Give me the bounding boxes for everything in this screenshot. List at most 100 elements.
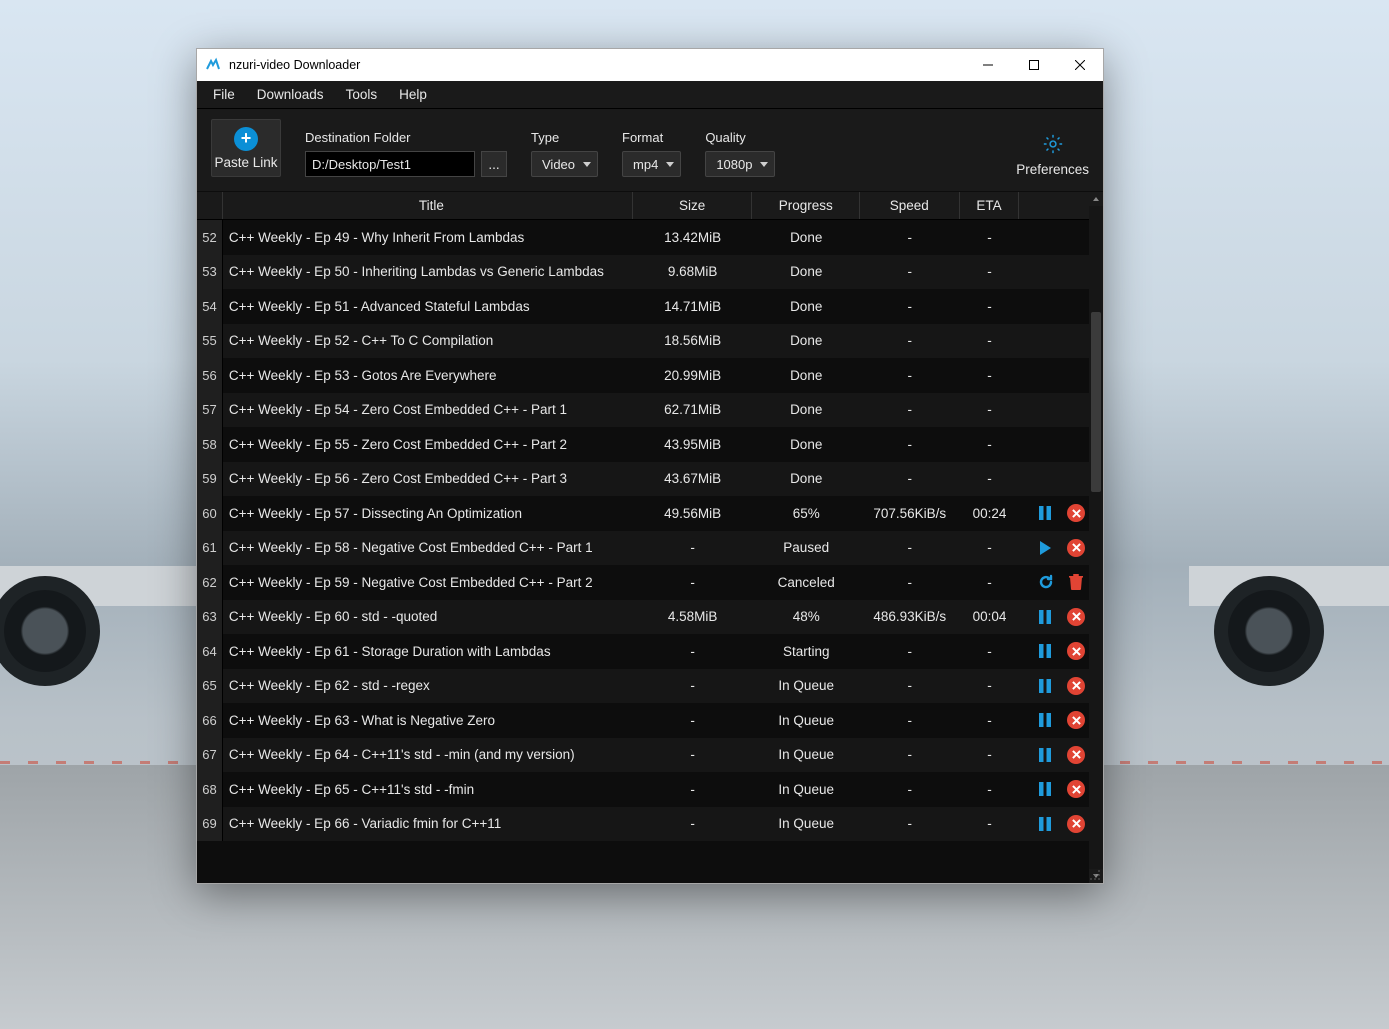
row-progress: 48%: [752, 609, 860, 624]
table-row[interactable]: 53C++ Weekly - Ep 50 - Inheriting Lambda…: [197, 255, 1103, 290]
format-select[interactable]: mp4: [622, 151, 681, 177]
cancel-icon[interactable]: [1067, 815, 1085, 833]
table-row[interactable]: 54C++ Weekly - Ep 51 - Advanced Stateful…: [197, 289, 1103, 324]
table-row[interactable]: 66C++ Weekly - Ep 63 - What is Negative …: [197, 703, 1103, 738]
menubar: File Downloads Tools Help: [197, 81, 1103, 109]
table-row[interactable]: 56C++ Weekly - Ep 53 - Gotos Are Everywh…: [197, 358, 1103, 393]
plus-icon: +: [234, 127, 258, 151]
vertical-scrollbar[interactable]: [1089, 192, 1103, 883]
row-speed: -: [860, 368, 960, 383]
scroll-thumb[interactable]: [1091, 312, 1101, 492]
menu-file[interactable]: File: [203, 84, 245, 105]
quality-label: Quality: [705, 130, 775, 145]
browse-button[interactable]: ...: [481, 151, 507, 177]
row-speed: -: [860, 402, 960, 417]
table-row[interactable]: 67C++ Weekly - Ep 64 - C++11's std - -mi…: [197, 738, 1103, 773]
chevron-down-icon: [760, 162, 768, 167]
row-title: C++ Weekly - Ep 62 - std - -regex: [223, 678, 633, 693]
maximize-button[interactable]: [1011, 49, 1057, 81]
row-size: -: [633, 816, 753, 831]
cancel-icon[interactable]: [1067, 608, 1085, 626]
minimize-button[interactable]: [965, 49, 1011, 81]
col-title[interactable]: Title: [223, 192, 633, 219]
scroll-up-icon[interactable]: [1089, 192, 1103, 206]
col-eta[interactable]: ETA: [960, 192, 1020, 219]
type-select[interactable]: Video: [531, 151, 598, 177]
row-eta: 00:04: [960, 609, 1020, 624]
row-speed: -: [860, 816, 960, 831]
row-size: 43.95MiB: [633, 437, 753, 452]
table-row[interactable]: 55C++ Weekly - Ep 52 - C++ To C Compilat…: [197, 324, 1103, 359]
pause-icon[interactable]: [1037, 816, 1053, 832]
cancel-icon[interactable]: [1067, 677, 1085, 695]
row-number: 69: [197, 807, 223, 842]
cancel-icon[interactable]: [1067, 746, 1085, 764]
paste-link-button[interactable]: + Paste Link: [211, 119, 281, 177]
row-eta: -: [960, 816, 1020, 831]
row-progress: Done: [752, 402, 860, 417]
table-row[interactable]: 61C++ Weekly - Ep 58 - Negative Cost Emb…: [197, 531, 1103, 566]
menu-help[interactable]: Help: [389, 84, 437, 105]
pause-icon[interactable]: [1037, 643, 1053, 659]
table-row[interactable]: 59C++ Weekly - Ep 56 - Zero Cost Embedde…: [197, 462, 1103, 497]
quality-value: 1080p: [716, 157, 752, 172]
row-number: 59: [197, 462, 223, 497]
pause-icon[interactable]: [1037, 712, 1053, 728]
cancel-icon[interactable]: [1067, 711, 1085, 729]
pause-icon[interactable]: [1037, 781, 1053, 797]
resize-grip[interactable]: [1087, 867, 1101, 881]
row-eta: -: [960, 471, 1020, 486]
row-progress: Done: [752, 437, 860, 452]
row-progress: In Queue: [752, 816, 860, 831]
row-progress: Done: [752, 368, 860, 383]
table-row[interactable]: 52C++ Weekly - Ep 49 - Why Inherit From …: [197, 220, 1103, 255]
table-row[interactable]: 65C++ Weekly - Ep 62 - std - -regex-In Q…: [197, 669, 1103, 704]
table-row[interactable]: 69C++ Weekly - Ep 66 - Variadic fmin for…: [197, 807, 1103, 842]
table-row[interactable]: 64C++ Weekly - Ep 61 - Storage Duration …: [197, 634, 1103, 669]
menu-tools[interactable]: Tools: [336, 84, 388, 105]
row-speed: 707.56KiB/s: [860, 506, 960, 521]
destination-input[interactable]: [305, 151, 475, 177]
table-row[interactable]: 58C++ Weekly - Ep 55 - Zero Cost Embedde…: [197, 427, 1103, 462]
quality-select[interactable]: 1080p: [705, 151, 775, 177]
row-eta: -: [960, 540, 1020, 555]
preferences-button[interactable]: Preferences: [1016, 133, 1089, 177]
row-title: C++ Weekly - Ep 59 - Negative Cost Embed…: [223, 575, 633, 590]
col-speed[interactable]: Speed: [860, 192, 960, 219]
cancel-icon[interactable]: [1067, 780, 1085, 798]
row-eta: -: [960, 678, 1020, 693]
pause-icon[interactable]: [1037, 678, 1053, 694]
row-speed: -: [860, 540, 960, 555]
table-row[interactable]: 63C++ Weekly - Ep 60 - std - -quoted4.58…: [197, 600, 1103, 635]
table-row[interactable]: 62C++ Weekly - Ep 59 - Negative Cost Emb…: [197, 565, 1103, 600]
row-speed: -: [860, 713, 960, 728]
row-size: -: [633, 678, 753, 693]
row-number: 57: [197, 393, 223, 428]
row-speed: -: [860, 644, 960, 659]
row-size: -: [633, 540, 753, 555]
pause-icon[interactable]: [1037, 747, 1053, 763]
menu-downloads[interactable]: Downloads: [247, 84, 334, 105]
preferences-label: Preferences: [1016, 162, 1089, 177]
col-progress[interactable]: Progress: [752, 192, 860, 219]
destination-label: Destination Folder: [305, 130, 507, 145]
col-num[interactable]: [197, 192, 223, 219]
close-button[interactable]: [1057, 49, 1103, 81]
pause-icon[interactable]: [1037, 505, 1053, 521]
trash-icon[interactable]: [1068, 573, 1084, 591]
table-row[interactable]: 57C++ Weekly - Ep 54 - Zero Cost Embedde…: [197, 393, 1103, 428]
pause-icon[interactable]: [1037, 609, 1053, 625]
cancel-icon[interactable]: [1067, 642, 1085, 660]
cancel-icon[interactable]: [1067, 504, 1085, 522]
retry-icon[interactable]: [1038, 574, 1054, 590]
play-icon[interactable]: [1037, 540, 1053, 556]
table-row[interactable]: 60C++ Weekly - Ep 57 - Dissecting An Opt…: [197, 496, 1103, 531]
paste-link-label: Paste Link: [214, 155, 277, 170]
format-label: Format: [622, 130, 681, 145]
row-size: 14.71MiB: [633, 299, 753, 314]
titlebar: nzuri-video Downloader: [197, 49, 1103, 81]
cancel-icon[interactable]: [1067, 539, 1085, 557]
row-progress: Done: [752, 264, 860, 279]
table-row[interactable]: 68C++ Weekly - Ep 65 - C++11's std - -fm…: [197, 772, 1103, 807]
col-size[interactable]: Size: [633, 192, 753, 219]
